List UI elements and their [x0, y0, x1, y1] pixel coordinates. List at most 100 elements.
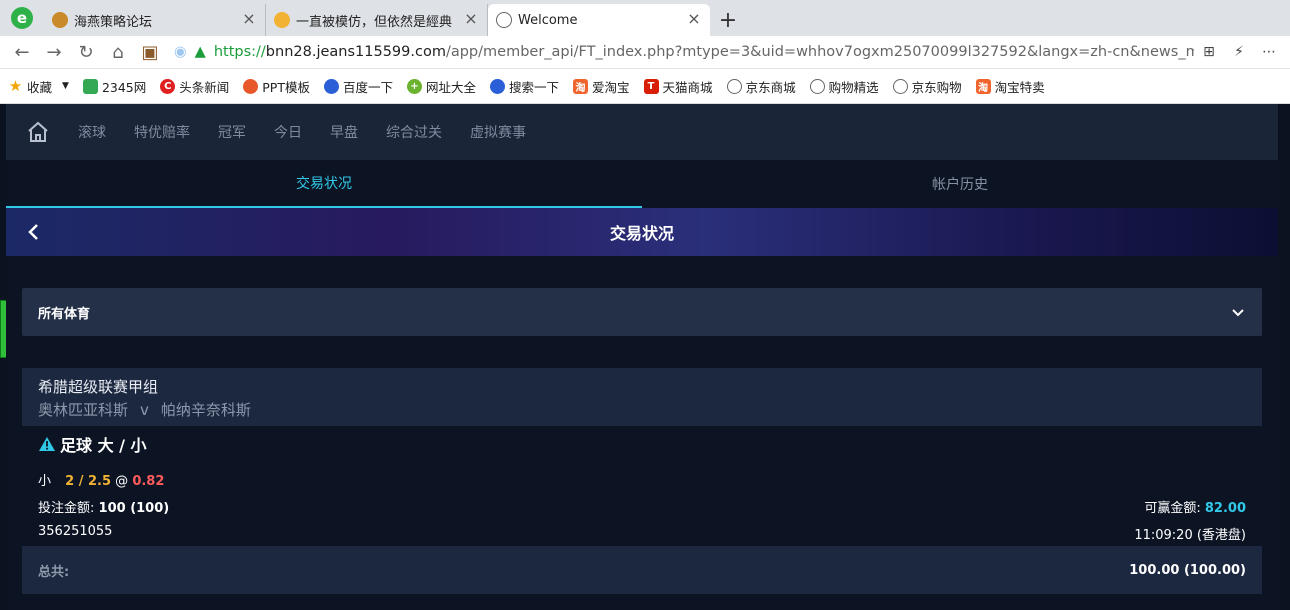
page-banner: 交易状况 [6, 208, 1278, 256]
odds-value: 0.82 [132, 474, 165, 489]
win-label: 可赢金额: [1144, 501, 1201, 516]
match-teams: 奥林匹亚科斯 v 帕纳辛奈科斯 [38, 399, 1246, 420]
toutiao-icon: C [160, 78, 176, 94]
tab-transaction-status[interactable]: 交易状况 [6, 160, 642, 208]
top-navigation: 滚球 特优赔率 冠军 今日 早盘 综合过关 虚拟赛事 [6, 104, 1278, 160]
globe-icon [809, 78, 825, 94]
bookmark-ppt[interactable]: PPT模板 [243, 77, 310, 96]
total-value: 100.00 (100.00) [1129, 562, 1246, 578]
handicap-line: 2 / 2.5 [65, 474, 112, 489]
tmall-icon: T [643, 78, 659, 94]
bookmark-taobao-sale[interactable]: 淘淘宝特卖 [975, 77, 1045, 96]
bookmark-aitaobao[interactable]: 淘爱淘宝 [573, 77, 630, 96]
url-scheme: https:// [213, 44, 266, 60]
stake-row: 投注金额: 100 (100) 可赢金额: 82.00 [38, 497, 1246, 516]
bet-details: 足球 大 / 小 小 2 / 2.5 @ 0.82 投注金额: 100 (100… [38, 432, 1246, 543]
page-content: 滚球 特优赔率 冠军 今日 早盘 综合过关 虚拟赛事 交易状况 帐户历史 交易状… [6, 104, 1278, 610]
bookmark-jd[interactable]: 京东商城 [726, 77, 796, 96]
globe-icon [496, 12, 512, 28]
bookmark-hao[interactable]: + 网址大全 [407, 77, 476, 96]
home-icon[interactable]: ⌂ [102, 38, 134, 66]
url-path: /app/member_api/FT_index.php?mtype=3&uid… [445, 44, 1194, 60]
browser-tab-1[interactable]: 海燕策略论坛 × [44, 4, 266, 36]
close-tab-icon[interactable]: × [463, 11, 479, 28]
lightning-icon[interactable]: ⚡ [1224, 38, 1254, 66]
url-field[interactable]: ◉ ▲ https://bnn28.jeans115599.com/app/me… [166, 39, 1194, 65]
bookmark-toutiao[interactable]: C 头条新闻 [160, 77, 229, 96]
stake-label: 投注金额: [38, 501, 95, 516]
versus-label: v [140, 401, 149, 419]
bookmark-search[interactable]: 搜索一下 [490, 77, 559, 96]
browser-logo-icon: e [0, 0, 44, 36]
reload-icon[interactable]: ↻ [70, 38, 102, 66]
bookmark-selection[interactable]: 购物精选 [809, 77, 879, 96]
chevron-down-icon: ▼ [62, 81, 69, 91]
page-title: 交易状况 [609, 224, 674, 243]
globe-icon [726, 78, 742, 94]
close-tab-icon[interactable]: × [686, 11, 702, 28]
back-arrow-icon[interactable]: ← [6, 38, 38, 66]
tab-title: Welcome [518, 12, 578, 28]
url-host: bnn28.jeans115599.com [265, 44, 446, 60]
bookmark-2345[interactable]: 2345网 [82, 77, 146, 96]
home-icon[interactable] [26, 120, 50, 144]
site-2345-icon [82, 78, 98, 94]
browser-tab-strip: e 海燕策略论坛 × 一直被模仿，但依然是經典 × Welcome × + [0, 0, 1290, 36]
bookmark-jd-shopping[interactable]: 京东购物 [892, 77, 962, 96]
bet-match-header: 希腊超级联赛甲组 奥林匹亚科斯 v 帕纳辛奈科斯 [22, 368, 1262, 426]
forum-favicon-icon [52, 12, 68, 28]
address-bar: ← → ↻ ⌂ ▣ ◉ ▲ https://bnn28.jeans115599.… [0, 36, 1290, 69]
bookmark-favorites[interactable]: ★ 收藏 ▼ [8, 77, 69, 96]
total-label: 总共: [38, 564, 70, 580]
nav-parlay[interactable]: 综合过关 [386, 122, 442, 142]
taobao-icon: 淘 [975, 78, 991, 94]
browser-tab-2[interactable]: 一直被模仿，但依然是經典 × [266, 4, 488, 36]
taobao-icon: 淘 [573, 78, 589, 94]
globe-icon [892, 78, 908, 94]
lock-icon: ▲ [194, 44, 206, 60]
forward-arrow-icon[interactable]: → [38, 38, 70, 66]
translate-icon[interactable]: ⊞ [1194, 38, 1224, 66]
bet-selection: 小 2 / 2.5 @ 0.82 [38, 470, 1246, 489]
selection-side: 小 [38, 474, 52, 489]
chevron-left-icon[interactable] [24, 222, 44, 242]
home-team: 奥林匹亚科斯 [38, 401, 129, 419]
nav-special-odds[interactable]: 特优赔率 [134, 122, 190, 142]
league-name: 希腊超级联赛甲组 [38, 378, 159, 396]
sport-filter-dropdown[interactable]: 所有体育 [22, 288, 1262, 336]
at-symbol: @ [115, 474, 129, 489]
total-row: 总共: 100.00 (100.00) [22, 546, 1262, 594]
more-menu-icon[interactable]: ⋯ [1254, 38, 1284, 66]
tab-title: 海燕策略论坛 [74, 14, 153, 30]
nav-today[interactable]: 今日 [274, 122, 302, 142]
chevron-down-icon [1232, 309, 1244, 317]
stake-value: 100 (100) [98, 501, 170, 516]
away-team: 帕纳辛奈科斯 [160, 401, 251, 419]
security-indicator-icon: ◉ [174, 44, 187, 60]
filter-label: 所有体育 [38, 306, 91, 322]
bet-type: 足球 大 / 小 [38, 432, 1246, 456]
win-value: 82.00 [1204, 501, 1246, 516]
nav-in-play[interactable]: 滚球 [78, 122, 106, 142]
star-icon: ★ [8, 77, 23, 95]
bet-type-label: 足球 大 / 小 [60, 436, 147, 455]
ppt-icon [243, 78, 259, 94]
nav-early[interactable]: 早盘 [330, 122, 358, 142]
new-tab-button[interactable]: + [710, 4, 746, 36]
nav-outright[interactable]: 冠军 [218, 122, 246, 142]
hao-icon: + [407, 78, 422, 94]
tab-title: 一直被模仿，但依然是經典 [296, 14, 453, 30]
bookmarks-bar: ★ 收藏 ▼ 2345网 C 头条新闻 PPT模板 百度一下 + 网址大全 搜索一下 淘… [0, 69, 1290, 104]
close-tab-icon[interactable]: × [241, 11, 257, 28]
svg-text:e: e [17, 9, 27, 27]
bookmark-tmall[interactable]: T 天猫商城 [643, 77, 713, 96]
subtabs: 交易状况 帐户历史 [6, 160, 1278, 208]
briefcase-icon[interactable]: ▣ [134, 38, 166, 66]
site-favicon-icon [274, 12, 290, 28]
browser-tab-3[interactable]: Welcome × [488, 4, 710, 36]
tab-account-history[interactable]: 帐户历史 [642, 160, 1278, 208]
ticket-number: 356251055 [38, 524, 113, 539]
bookmark-baidu[interactable]: 百度一下 [323, 77, 393, 96]
nav-virtual[interactable]: 虚拟赛事 [470, 122, 526, 142]
ticket-row: 356251055 11:09:20 (香港盘) [38, 524, 1246, 543]
